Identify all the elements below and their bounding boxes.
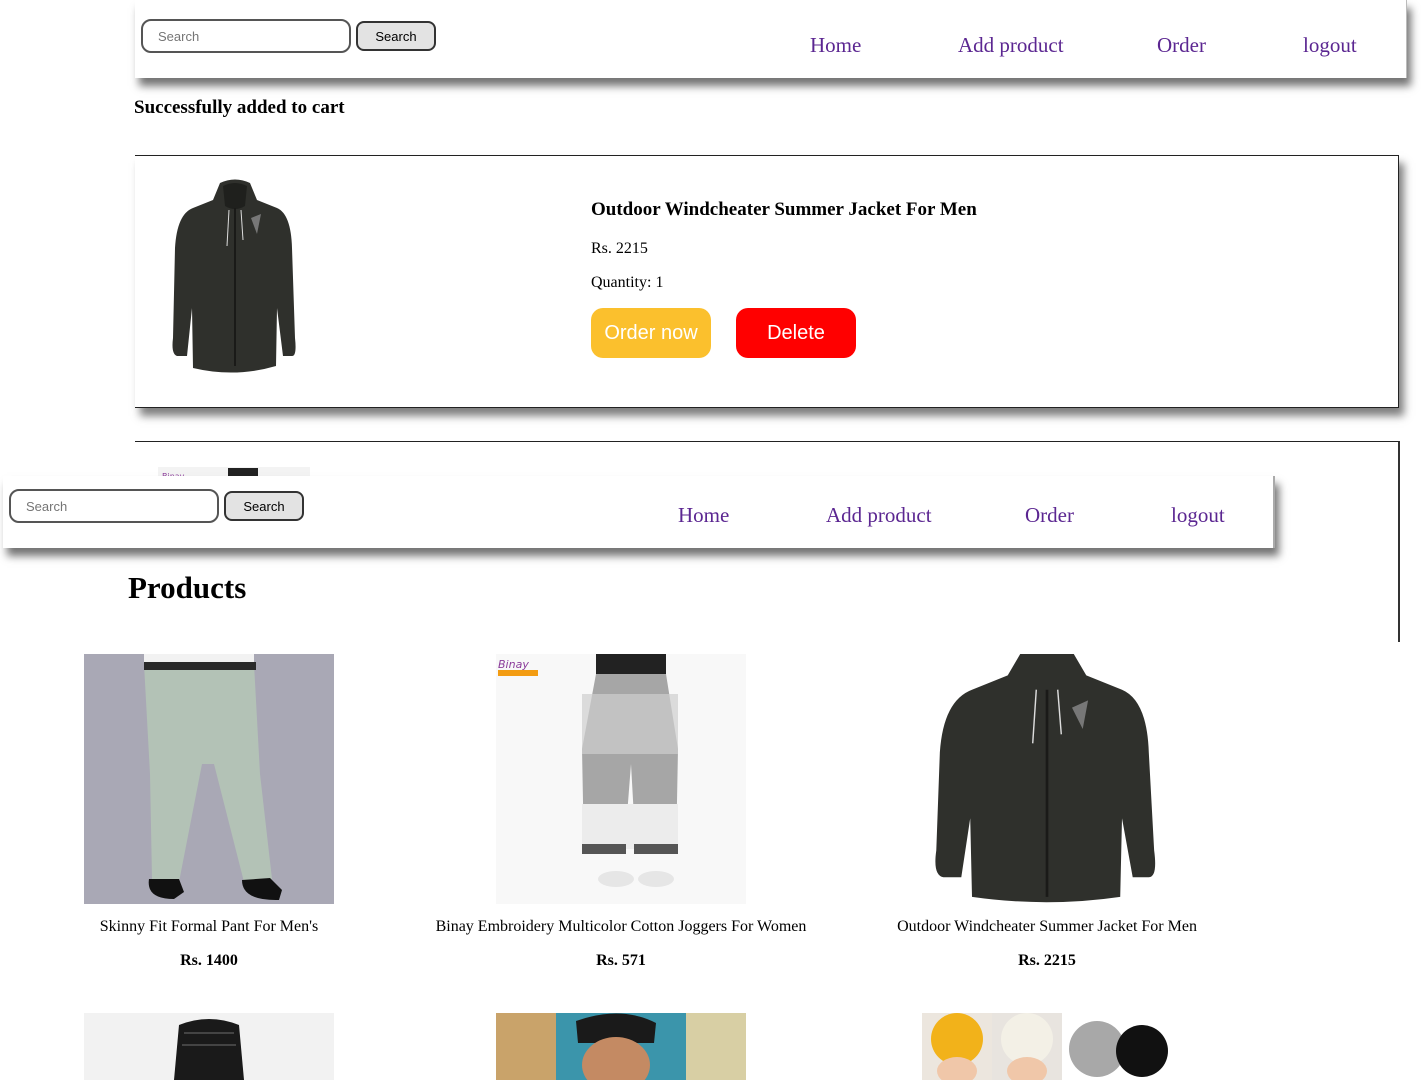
product-image[interactable] bbox=[496, 1013, 746, 1080]
navbar-top: Search Home Add product Order logout bbox=[135, 0, 1407, 78]
order-now-button[interactable]: Order now bbox=[591, 308, 711, 358]
cart-item-title: Outdoor Windcheater Summer Jacket For Me… bbox=[591, 199, 977, 220]
nav-link-home[interactable]: Home bbox=[810, 33, 861, 58]
search-button[interactable]: Search bbox=[224, 491, 304, 521]
product-name: Skinny Fit Formal Pant For Men's bbox=[99, 918, 319, 935]
joggers-image: Binay bbox=[496, 654, 746, 904]
man-portrait-image bbox=[496, 1013, 746, 1080]
nav-link-add-product[interactable]: Add product bbox=[958, 33, 1064, 58]
cart-item-quantity: Quantity: 1 bbox=[591, 274, 664, 291]
nav-link-logout[interactable]: logout bbox=[1303, 33, 1357, 58]
product-image[interactable] bbox=[922, 654, 1172, 904]
product-price: Rs. 2215 bbox=[1018, 952, 1076, 969]
nav-link-order[interactable]: Order bbox=[1025, 503, 1074, 528]
nav-link-home[interactable]: Home bbox=[678, 503, 729, 528]
product-price: Rs. 1400 bbox=[180, 952, 238, 969]
products-heading: Products bbox=[128, 570, 247, 605]
product-name: Outdoor Windcheater Summer Jacket For Me… bbox=[897, 918, 1197, 935]
product-image[interactable]: Binay bbox=[496, 654, 746, 904]
product-name: Binay Embroidery Multicolor Cotton Jogge… bbox=[435, 918, 807, 935]
nav-link-logout[interactable]: logout bbox=[1171, 503, 1225, 528]
flash-message: Successfully added to cart bbox=[134, 97, 345, 118]
jacket-image bbox=[172, 179, 296, 373]
search-input[interactable] bbox=[9, 489, 219, 523]
navbar-bottom: Search Home Add product Order logout bbox=[3, 476, 1275, 548]
vest-image bbox=[84, 1013, 334, 1080]
nav-link-add-product[interactable]: Add product bbox=[826, 503, 932, 528]
cart-item-price: Rs. 2215 bbox=[591, 240, 648, 257]
nav-link-order[interactable]: Order bbox=[1157, 33, 1206, 58]
product-image[interactable] bbox=[84, 654, 334, 904]
cart-item-card: Outdoor Windcheater Summer Jacket For Me… bbox=[135, 155, 1399, 408]
search-button[interactable]: Search bbox=[356, 21, 436, 51]
product-image[interactable] bbox=[922, 1013, 1172, 1080]
product-price: Rs. 571 bbox=[596, 952, 646, 969]
delete-button[interactable]: Delete bbox=[736, 308, 856, 358]
search-input[interactable] bbox=[141, 19, 351, 53]
svg-text:Binay: Binay bbox=[498, 658, 529, 671]
baby-turban-image bbox=[922, 1013, 1172, 1080]
jacket-image bbox=[935, 654, 1156, 903]
cart-item-image bbox=[165, 178, 305, 378]
product-image[interactable] bbox=[84, 1013, 334, 1080]
pant-image bbox=[84, 654, 334, 904]
